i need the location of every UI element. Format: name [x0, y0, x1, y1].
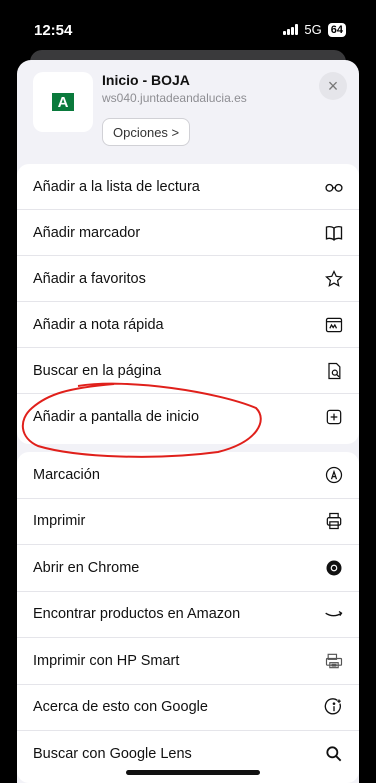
- action-label: Buscar en la página: [33, 362, 162, 379]
- action-add-reading-list[interactable]: Añadir a la lista de lectura: [17, 164, 359, 210]
- action-label: Añadir a favoritos: [33, 270, 146, 287]
- markup-pen-icon: [321, 464, 347, 486]
- search-icon: [321, 743, 347, 765]
- action-label: Imprimir con HP Smart: [33, 652, 180, 669]
- action-hp-smart[interactable]: Imprimir con HP Smart: [17, 638, 359, 685]
- action-open-chrome[interactable]: Abrir en Chrome: [17, 545, 359, 592]
- status-time: 12:54: [34, 22, 73, 39]
- action-label: Buscar con Google Lens: [33, 746, 192, 763]
- chrome-icon: [321, 557, 347, 579]
- find-in-page-icon: [321, 360, 347, 382]
- amazon-smile-icon: [321, 603, 347, 625]
- home-indicator[interactable]: [126, 770, 260, 775]
- action-label: Abrir en Chrome: [33, 559, 140, 576]
- star-icon: [321, 268, 347, 290]
- printer-icon: [321, 510, 347, 532]
- hp-printer-icon: [321, 650, 347, 672]
- action-group-secondary: Marcación Imprimir Abrir en Chrome Encon…: [17, 452, 359, 783]
- action-label: Marcación: [33, 466, 100, 483]
- action-print[interactable]: Imprimir: [17, 499, 359, 545]
- close-icon: ×: [327, 75, 339, 96]
- close-button[interactable]: ×: [319, 72, 347, 100]
- action-add-home-screen[interactable]: Añadir a pantalla de inicio: [17, 394, 359, 440]
- action-label: Imprimir: [33, 513, 86, 530]
- battery-icon: 64: [327, 22, 346, 37]
- google-info-icon: [321, 696, 347, 718]
- network-label: 5G: [304, 22, 322, 37]
- action-markup[interactable]: Marcación: [17, 452, 359, 499]
- site-favicon: A: [33, 72, 93, 132]
- action-label: Encontrar productos en Amazon: [33, 606, 241, 623]
- book-icon: [321, 222, 347, 244]
- site-url: ws040.juntadeandalucia.es: [102, 91, 247, 105]
- action-label: Añadir marcador: [33, 224, 141, 241]
- quick-note-icon: [321, 314, 347, 336]
- action-add-quick-note[interactable]: Añadir a nota rápida: [17, 302, 359, 348]
- share-header: A Inicio - BOJA ws040.juntadeandalucia.e…: [17, 60, 359, 158]
- action-group-primary: Añadir a la lista de lectura Añadir marc…: [17, 164, 359, 444]
- site-title: Inicio - BOJA: [102, 72, 190, 88]
- options-button[interactable]: Opciones >: [102, 118, 191, 146]
- action-label: Añadir a pantalla de inicio: [33, 409, 200, 425]
- share-sheet: A Inicio - BOJA ws040.juntadeandalucia.e…: [17, 60, 359, 783]
- status-indicators: 5G 64: [283, 22, 346, 37]
- action-about-google[interactable]: Acerca de esto con Google: [17, 685, 359, 731]
- action-label: Añadir a nota rápida: [33, 316, 164, 333]
- junta-logo-icon: A: [52, 93, 74, 111]
- action-add-bookmark[interactable]: Añadir marcador: [17, 210, 359, 256]
- action-label: Acerca de esto con Google: [33, 699, 208, 716]
- action-amazon[interactable]: Encontrar productos en Amazon: [17, 592, 359, 638]
- action-find-in-page[interactable]: Buscar en la página: [17, 348, 359, 394]
- glasses-icon: [321, 176, 347, 198]
- action-label: Añadir a la lista de lectura: [33, 178, 200, 195]
- action-add-favorites[interactable]: Añadir a favoritos: [17, 256, 359, 302]
- add-square-icon: [321, 406, 347, 428]
- signal-icon: [283, 24, 299, 35]
